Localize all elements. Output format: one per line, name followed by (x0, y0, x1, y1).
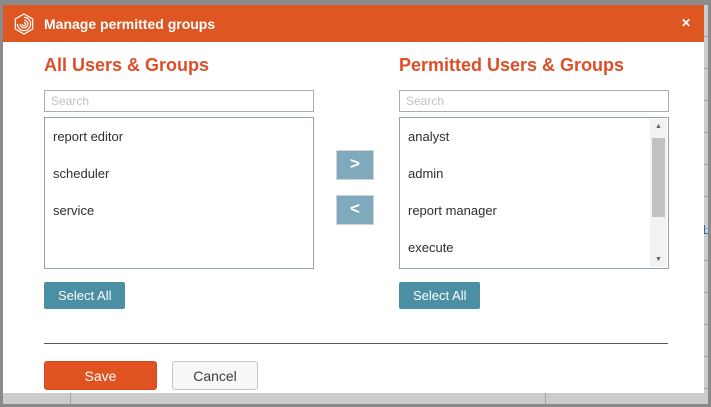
permitted-users-heading: Permitted Users & Groups (399, 55, 624, 76)
all-users-select-all-button[interactable]: Select All (44, 282, 125, 309)
all-users-search-input[interactable] (44, 90, 314, 112)
move-right-button[interactable]: > (336, 150, 374, 180)
permitted-users-select-all-button[interactable]: Select All (399, 282, 480, 309)
dialog-header: Manage permitted groups ✕ (3, 5, 704, 42)
cancel-button[interactable]: Cancel (172, 361, 258, 390)
list-item[interactable]: service (45, 194, 313, 231)
page-backdrop-right (704, 5, 708, 396)
footer-divider (44, 343, 668, 344)
background-link-fragment (704, 225, 708, 234)
move-left-button[interactable]: < (336, 195, 374, 225)
all-users-heading: All Users & Groups (44, 55, 209, 76)
manage-permitted-groups-dialog: Manage permitted groups ✕ All Users & Gr… (3, 5, 704, 393)
scrollbar-down-icon[interactable]: ▼ (650, 252, 667, 267)
dialog-title: Manage permitted groups (44, 16, 215, 32)
screenshot-canvas: Manage permitted groups ✕ All Users & Gr… (0, 0, 711, 407)
app-logo-icon (13, 13, 35, 35)
list-item[interactable]: report editor (45, 120, 313, 157)
scrollbar[interactable]: ▲ ▼ (650, 119, 667, 267)
scrollbar-thumb[interactable] (652, 138, 665, 217)
scrollbar-up-icon[interactable]: ▲ (650, 119, 667, 134)
list-item[interactable]: execute (400, 231, 668, 268)
backdrop-table-line (545, 393, 546, 404)
permitted-users-search-input[interactable] (399, 90, 669, 112)
close-icon[interactable]: ✕ (681, 15, 691, 31)
list-item[interactable]: scheduler (45, 157, 313, 194)
page-backdrop-bottom (3, 393, 708, 404)
list-item[interactable]: admin (400, 157, 668, 194)
list-item[interactable]: report manager (400, 194, 668, 231)
permitted-users-listbox[interactable]: ▲ ▼ analystadminreport managerexecute (399, 117, 669, 269)
save-button[interactable]: Save (44, 361, 157, 390)
backdrop-table-line (70, 393, 71, 404)
list-item[interactable]: analyst (400, 120, 668, 157)
all-users-listbox[interactable]: report editorschedulerservice (44, 117, 314, 269)
